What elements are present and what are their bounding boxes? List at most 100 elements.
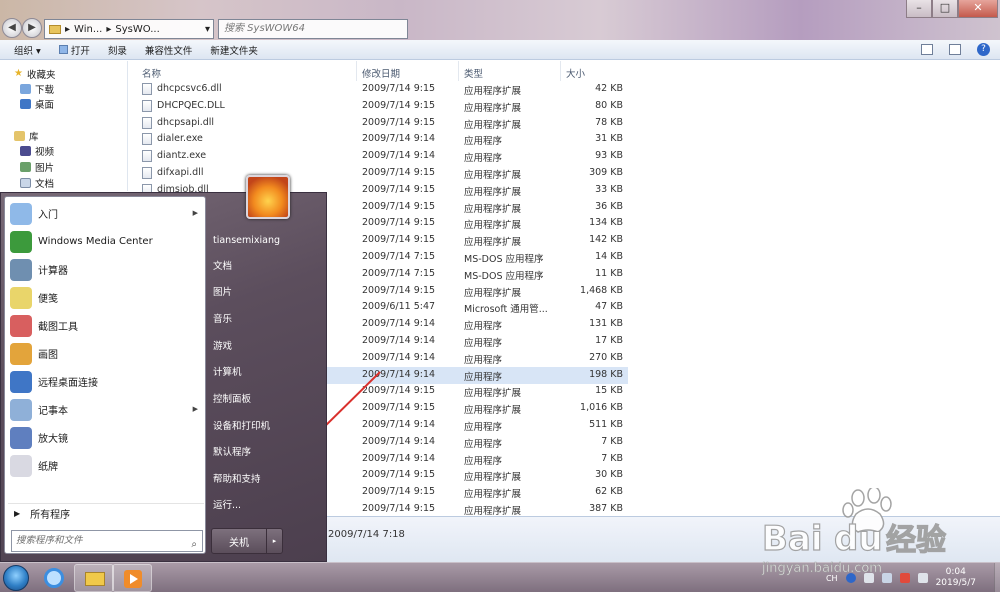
start-right-link[interactable]: 帮助和支持 — [211, 470, 323, 490]
nav-desktop[interactable]: 桌面 — [20, 96, 54, 111]
nav-downloads[interactable]: 下载 — [20, 81, 54, 96]
help-icon[interactable]: ? — [977, 43, 990, 56]
start-program-item[interactable]: 记事本 ▶ — [8, 396, 204, 423]
file-date: 2009/7/14 9:15 — [362, 503, 436, 514]
shutdown-button[interactable]: 关机 ▸ — [211, 528, 283, 554]
nav-libraries[interactable]: 库 — [14, 128, 39, 143]
file-row[interactable]: dhcpcsvc6.dll 2009/7/14 9:15 应用程序扩展 42 KB — [128, 81, 628, 98]
start-right-link[interactable]: 图片 — [211, 283, 323, 303]
show-desktop-button[interactable] — [994, 563, 1000, 592]
remote-desktop-icon — [10, 370, 32, 393]
file-type: 应用程序扩展 — [464, 170, 522, 181]
file-size: 80 KB — [595, 99, 623, 111]
user-picture[interactable] — [246, 175, 290, 219]
file-row[interactable]: difxapi.dll 2009/7/14 9:15 应用程序扩展 309 KB — [128, 165, 628, 182]
submenu-arrow-icon[interactable]: ▶ — [193, 209, 198, 217]
new-folder-button[interactable]: 新建文件夹 — [210, 43, 258, 57]
file-type: 应用程序扩展 — [464, 86, 522, 97]
address-bar[interactable]: ▸ Win... ▸ SysWO... ▾ — [44, 19, 214, 39]
forward-button[interactable]: ▶ — [22, 18, 42, 38]
start-program-item[interactable]: Windows Media Center — [8, 228, 204, 255]
open-icon — [58, 45, 68, 54]
compatibility-files-button[interactable]: 兼容性文件 — [145, 43, 193, 57]
start-menu: 入门 ▶ Windows Media Center 计算器 便笺 截图工具 画图 远程桌面连接… — [0, 175, 327, 562]
column-date[interactable]: 修改日期 — [362, 66, 400, 80]
breadcrumb-syswow64[interactable]: SysWO... — [115, 24, 159, 35]
nav-pictures[interactable]: 图片 — [20, 159, 54, 174]
file-date: 2009/7/14 9:15 — [362, 486, 436, 498]
file-size: 47 KB — [595, 301, 623, 313]
watermark-cn: 经验 — [886, 523, 946, 558]
open-button[interactable]: 打开 — [58, 43, 90, 57]
file-type: 应用程序 — [464, 438, 503, 450]
start-program-item[interactable]: 截图工具 — [8, 312, 204, 339]
nav-videos[interactable]: 视频 — [20, 143, 54, 158]
column-separator[interactable] — [560, 61, 561, 81]
file-row[interactable]: diantz.exe 2009/7/14 9:14 应用程序 93 KB — [128, 148, 628, 165]
start-program-item[interactable]: 纸牌 — [8, 452, 204, 479]
start-right-link[interactable]: 游戏 — [211, 337, 323, 357]
taskbar-explorer-icon[interactable] — [74, 564, 114, 592]
breadcrumb-windows[interactable]: Win... — [74, 24, 102, 35]
start-button[interactable] — [3, 565, 29, 591]
paint-icon — [10, 342, 32, 365]
folder-icon — [49, 24, 61, 34]
column-separator[interactable] — [356, 61, 357, 81]
start-right-link[interactable]: 默认程序 — [211, 443, 323, 463]
file-date: 2009/7/14 9:14 — [362, 435, 436, 447]
change-view-icon[interactable] — [921, 44, 933, 55]
start-right-link[interactable]: 音乐 — [211, 310, 323, 330]
file-size: 309 KB — [589, 167, 623, 178]
start-search-input[interactable]: 搜索程序和文件 ⌕ — [11, 530, 203, 552]
burn-button[interactable]: 刻录 — [108, 43, 127, 57]
all-programs-button[interactable]: ▶ 所有程序 — [8, 503, 204, 523]
taskbar-media-player-icon[interactable] — [112, 564, 152, 592]
file-size: 131 KB — [589, 318, 623, 330]
file-date: 2009/7/14 9:15 — [362, 116, 436, 128]
shutdown-options-icon[interactable]: ▸ — [266, 529, 282, 553]
file-date: 2009/7/14 9:15 — [362, 83, 436, 94]
file-type: 应用程序 — [464, 338, 503, 349]
start-right-link[interactable]: 设备和打印机 — [211, 417, 323, 437]
column-type[interactable]: 类型 — [464, 66, 483, 80]
start-program-label: Windows Media Center — [38, 236, 153, 247]
start-program-item[interactable]: 便笺 — [8, 284, 204, 311]
nav-documents[interactable]: 文档 — [20, 175, 54, 190]
start-menu-programs: 入门 ▶ Windows Media Center 计算器 便笺 截图工具 画图 远程桌面连接… — [4, 196, 206, 554]
column-separator[interactable] — [458, 61, 459, 81]
start-program-item[interactable]: 计算器 — [8, 256, 204, 283]
start-program-label: 记事本 — [38, 406, 68, 417]
file-date: 2009/7/14 7:15 — [362, 267, 436, 279]
file-row[interactable]: dhcpsapi.dll 2009/7/14 9:15 应用程序扩展 78 KB — [128, 115, 628, 132]
start-program-item[interactable]: 放大镜 — [8, 424, 204, 451]
search-input[interactable]: 搜索 SysWOW64 — [218, 19, 408, 39]
column-name[interactable]: 名称 — [142, 66, 161, 80]
search-icon[interactable]: ⌕ — [191, 535, 197, 555]
organize-button[interactable]: 组织 ▾ — [14, 43, 41, 57]
submenu-arrow-icon[interactable]: ▶ — [193, 405, 198, 413]
start-program-item[interactable]: 远程桌面连接 — [8, 368, 204, 395]
file-size: 134 KB — [589, 217, 623, 229]
start-program-item[interactable]: 入门 ▶ — [8, 200, 204, 227]
start-program-item[interactable]: 画图 — [8, 340, 204, 367]
column-size[interactable]: 大小 — [566, 66, 585, 80]
view-controls: ? — [921, 43, 990, 56]
start-right-link[interactable]: 计算机 — [211, 363, 323, 383]
start-user-name[interactable]: tiansemixiang — [211, 231, 323, 251]
file-type: 应用程序 — [464, 321, 503, 333]
start-right-link[interactable]: 文档 — [211, 257, 323, 277]
nav-favorites[interactable]: ★ 收藏夹 — [14, 66, 55, 81]
back-button[interactable]: ◀ — [2, 18, 22, 38]
start-right-link[interactable]: 运行... — [211, 496, 323, 516]
file-icon — [142, 116, 152, 129]
file-type: 应用程序扩展 — [464, 506, 522, 517]
preview-pane-icon[interactable] — [949, 44, 961, 55]
file-date: 2009/7/14 9:14 — [362, 351, 436, 363]
address-dropdown-icon[interactable]: ▾ — [205, 24, 213, 35]
file-size: 78 KB — [595, 116, 623, 128]
file-type: 应用程序扩展 — [464, 203, 522, 215]
file-row[interactable]: dialer.exe 2009/7/14 9:14 应用程序 31 KB — [128, 131, 628, 148]
taskbar-ie-icon[interactable] — [34, 564, 74, 592]
start-right-link[interactable]: 控制面板 — [211, 390, 323, 410]
file-row[interactable]: DHCPQEC.DLL 2009/7/14 9:15 应用程序扩展 80 KB — [128, 98, 628, 115]
